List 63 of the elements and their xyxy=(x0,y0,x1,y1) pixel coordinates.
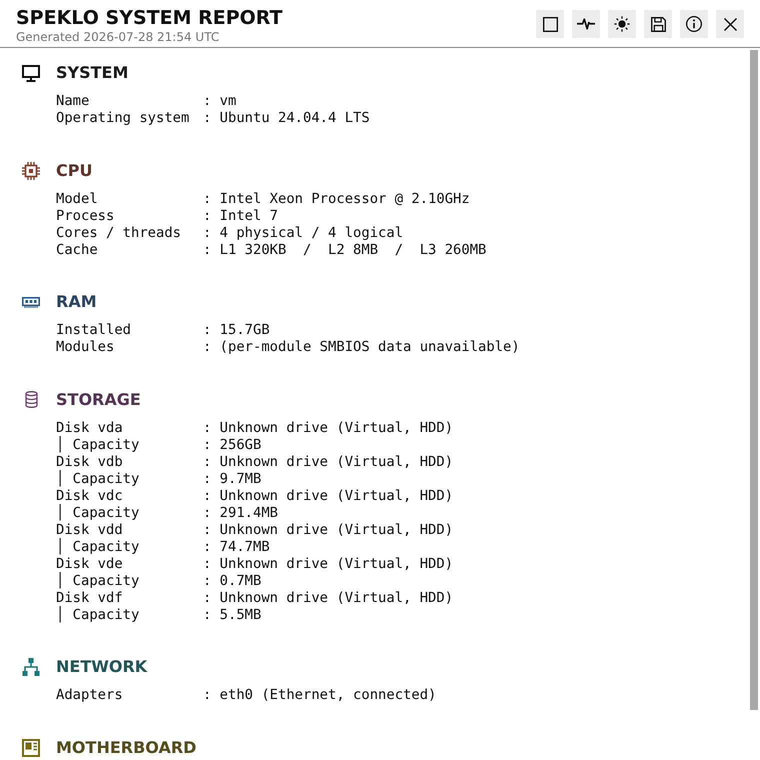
field-value: : Unknown drive (Virtual, HDD) xyxy=(203,590,454,606)
field-label: Installed xyxy=(56,322,132,339)
field-label: Disk vdc xyxy=(56,488,124,504)
field-value: : Ubuntu 24.04.4 LTS xyxy=(203,110,370,127)
field-label: │ Capacity xyxy=(56,538,140,556)
field-value: : Unknown drive (Virtual, HDD) xyxy=(203,556,454,572)
field-label: │ Capacity xyxy=(56,572,140,590)
field-value: : Intel 7 xyxy=(203,208,280,224)
close-icon xyxy=(724,18,736,30)
field-value: : Unknown drive (Virtual, HDD) xyxy=(203,488,454,504)
field-value: : Intel Xeon Processor @ 2.10GHz xyxy=(203,190,471,208)
field-label: Model xyxy=(56,190,99,208)
section-title: STORAGE xyxy=(56,388,141,410)
scrollbar-thumb[interactable] xyxy=(750,50,758,710)
window-button[interactable] xyxy=(536,10,564,38)
field-value: : vm xyxy=(203,93,238,110)
field-label: Operating system xyxy=(56,110,190,127)
field-value: : Unknown drive (Virtual, HDD) xyxy=(203,522,454,538)
field-value: : 15.7GB xyxy=(203,322,271,339)
field-label: Disk vde xyxy=(56,556,124,572)
field-label: Name xyxy=(56,93,90,110)
generated-timestamp: Generated 2026-07-28 21:54 UTC xyxy=(16,30,220,45)
field-value: : 5.5MB xyxy=(203,606,262,624)
field-label: Disk vdf xyxy=(56,590,124,606)
activity-button[interactable] xyxy=(572,10,600,38)
theme-button[interactable] xyxy=(608,10,636,38)
field-value: : L1 320KB / L2 8MB / L3 260MB xyxy=(203,242,486,258)
field-label: Adapters xyxy=(56,687,124,704)
field-label: Disk vda xyxy=(56,420,124,436)
field-label: │ Capacity xyxy=(56,606,140,624)
field-label: │ Capacity xyxy=(56,470,140,488)
section-title: SYSTEM xyxy=(56,62,128,84)
field-label: │ Capacity xyxy=(56,436,140,454)
report-title: SPEKLO SYSTEM REPORT xyxy=(16,7,283,29)
field-label: Disk vdb xyxy=(56,454,124,470)
field-value: : (per-module SMBIOS data unavailable) xyxy=(203,339,520,356)
pulse-icon xyxy=(577,18,595,30)
section-title: NETWORK xyxy=(56,656,148,678)
sun-icon xyxy=(614,16,630,32)
field-value: : 9.7MB xyxy=(203,470,262,488)
field-value: : 4 physical / 4 logical xyxy=(203,224,404,242)
field-label: Cores / threads xyxy=(56,224,182,242)
field-value: : Unknown drive (Virtual, HDD) xyxy=(203,420,454,436)
section-title: RAM xyxy=(56,291,97,313)
field-label: │ Capacity xyxy=(56,504,140,522)
field-label: Cache xyxy=(56,242,99,258)
section-title: CPU xyxy=(56,160,92,182)
field-value: : eth0 (Ethernet, connected) xyxy=(203,687,436,704)
field-label: Process xyxy=(56,208,116,224)
field-label: Modules xyxy=(56,339,116,356)
info-button[interactable] xyxy=(680,10,708,38)
field-value: : 256GB xyxy=(203,436,262,454)
field-label: Disk vdd xyxy=(56,522,124,538)
field-value: : 0.7MB xyxy=(203,572,262,590)
field-value: : 74.7MB xyxy=(203,538,271,556)
field-value: : 291.4MB xyxy=(203,504,280,522)
section-title: MOTHERBOARD xyxy=(56,736,196,758)
square-icon xyxy=(542,16,558,32)
info-icon xyxy=(686,16,702,32)
save-icon xyxy=(650,16,666,32)
close-button[interactable] xyxy=(716,10,744,38)
field-value: : Unknown drive (Virtual, HDD) xyxy=(203,454,454,470)
save-button[interactable] xyxy=(644,10,672,38)
